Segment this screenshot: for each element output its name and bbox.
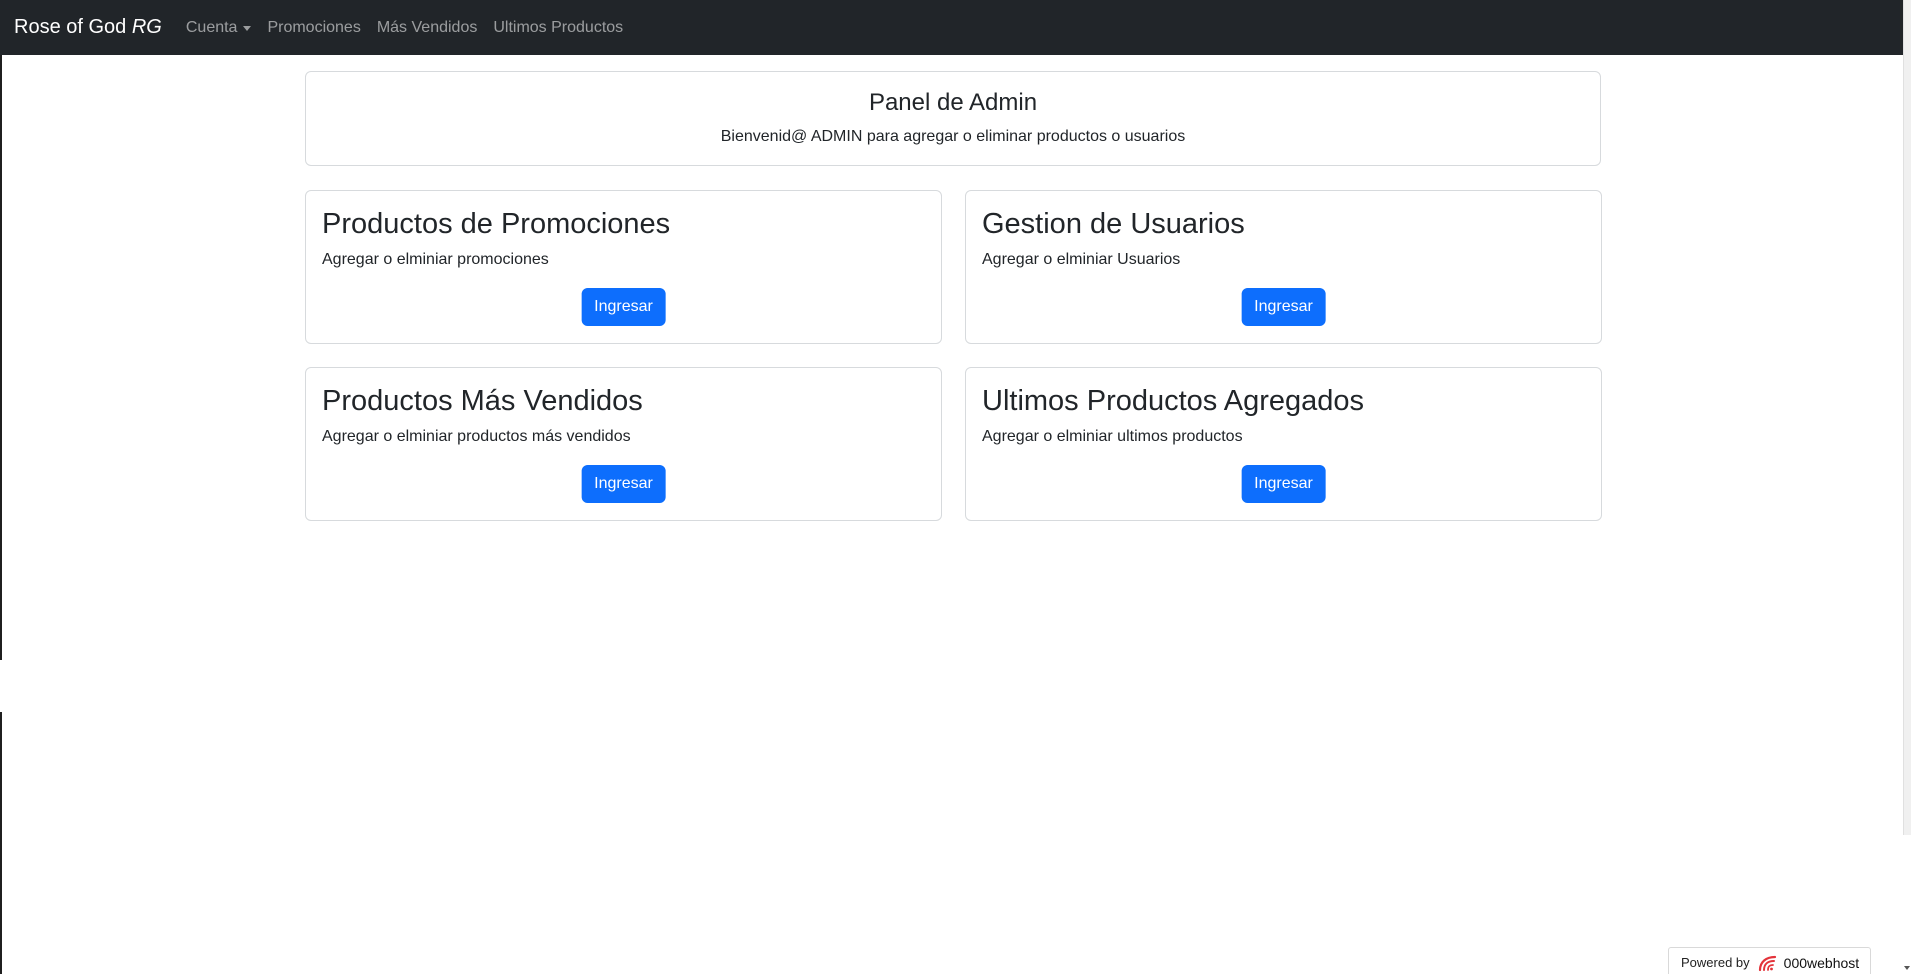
000webhost-logo-icon	[1757, 954, 1779, 972]
brand-logo-link[interactable]: Rose of God RG	[14, 16, 162, 39]
nav-item-ultimos-productos[interactable]: Ultimos Productos	[493, 19, 623, 37]
brand-initials: RG	[131, 16, 162, 38]
card-productos-mas-vendidos: Productos Más Vendidos Agregar o elminia…	[305, 367, 942, 521]
admin-panel-header-card: Panel de Admin Bienvenid@ ADMIN para agr…	[305, 71, 1601, 166]
card-productos-promociones: Productos de Promociones Agregar o elmin…	[305, 190, 942, 344]
card-gestion-usuarios: Gestion de Usuarios Agregar o elminiar U…	[965, 190, 1602, 344]
nav-item-label: Ultimos Productos	[493, 18, 624, 36]
nav-item-mas-vendidos[interactable]: Más Vendidos	[377, 19, 478, 37]
ingresar-promociones-button[interactable]: Ingresar	[581, 288, 666, 326]
card-title: Productos de Promociones	[322, 208, 671, 240]
card-text: Agregar o elminiar Usuarios	[982, 251, 1181, 268]
chevron-down-icon	[243, 26, 252, 31]
card-text: Agregar o elminiar ultimos productos	[982, 428, 1243, 445]
nav-links: Cuenta Promociones Más Vendidos Ultimos …	[186, 19, 639, 37]
card-text: Agregar o elminiar productos más vendido…	[322, 428, 631, 445]
brand-name: Rose of God	[14, 16, 127, 38]
vertical-scrollbar[interactable]	[1903, 0, 1911, 974]
badge-brand-name: 000webhost	[1783, 954, 1860, 971]
card-ultimos-productos: Ultimos Productos Agregados Agregar o el…	[965, 367, 1602, 521]
scrollbar-thumb[interactable]	[1904, 0, 1911, 835]
ingresar-mas-vendidos-button[interactable]: Ingresar	[581, 465, 666, 503]
page-subtitle: Bienvenid@ ADMIN para agregar o eliminar…	[720, 128, 1186, 145]
nav-item-label: Promociones	[267, 18, 361, 36]
nav-item-promociones[interactable]: Promociones	[267, 19, 360, 37]
card-text: Agregar o elminiar promociones	[322, 251, 549, 268]
nav-item-cuenta-dropdown[interactable]: Cuenta	[186, 19, 252, 37]
page-title: Panel de Admin	[868, 89, 1038, 116]
ingresar-usuarios-button[interactable]: Ingresar	[1241, 288, 1326, 326]
card-title: Productos Más Vendidos	[322, 385, 643, 417]
window-edge-gap	[0, 660, 2, 712]
page: Rose of God RG Cuenta Promociones Más Ve…	[0, 0, 1911, 974]
scroll-down-arrow-icon[interactable]	[1904, 966, 1910, 970]
powered-by-label: Powered by	[1681, 955, 1750, 970]
nav-item-label: Cuenta	[185, 18, 238, 36]
top-navbar: Rose of God RG Cuenta Promociones Más Ve…	[0, 0, 1903, 55]
powered-by-badge[interactable]: Powered by 000webhost	[1668, 947, 1871, 974]
window-left-edge	[0, 0, 2, 974]
ingresar-ultimos-productos-button[interactable]: Ingresar	[1241, 465, 1326, 503]
nav-item-label: Más Vendidos	[376, 18, 478, 36]
card-title: Ultimos Productos Agregados	[982, 385, 1365, 417]
card-title: Gestion de Usuarios	[982, 208, 1245, 240]
